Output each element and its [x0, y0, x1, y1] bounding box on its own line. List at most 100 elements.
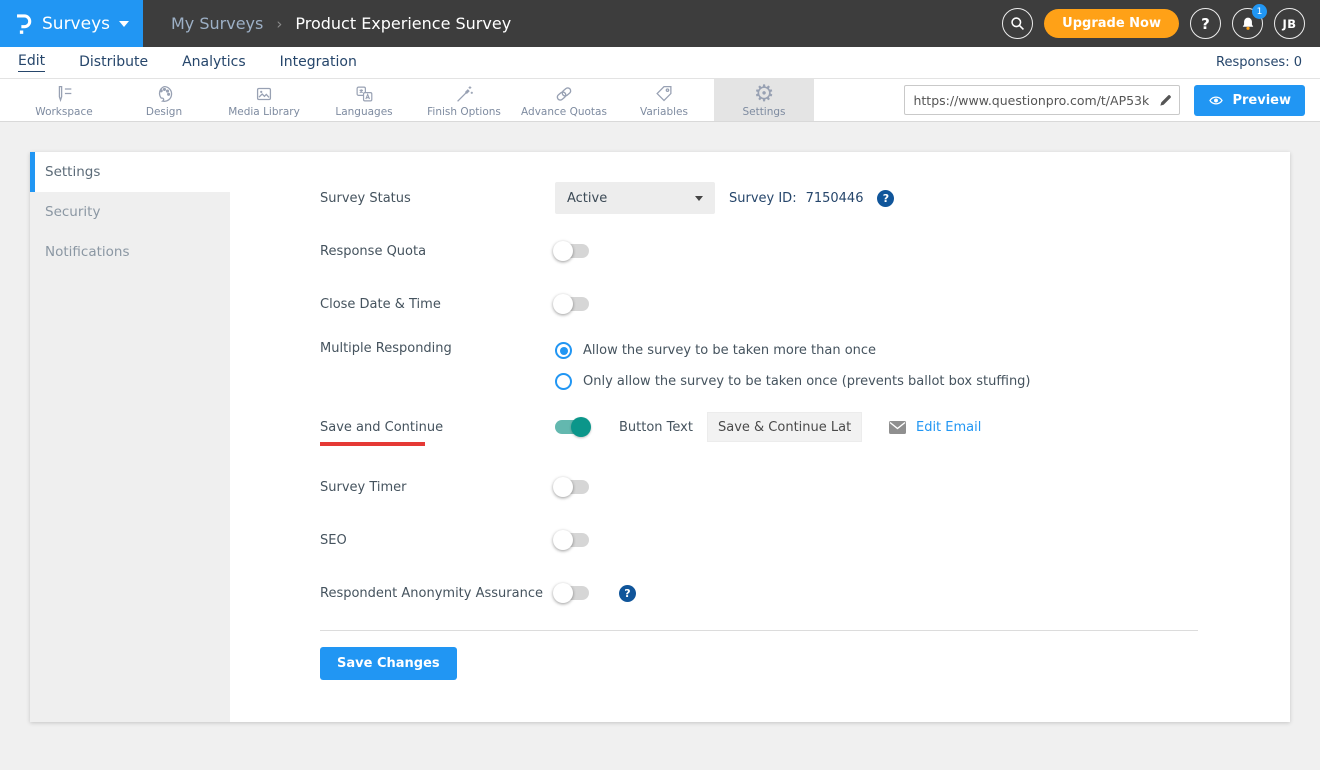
product-switcher[interactable]: Surveys [0, 0, 143, 47]
seo-label: SEO [320, 533, 555, 548]
chevron-down-icon [119, 21, 129, 27]
page-body: Settings Security Notifications Survey S… [0, 122, 1320, 722]
toolbar-settings[interactable]: ⚙ Settings [714, 79, 814, 121]
respondent-anonymity-toggle[interactable] [555, 586, 589, 600]
notification-count-badge: 1 [1252, 4, 1267, 19]
toggle-knob [553, 241, 573, 261]
close-date-row: Close Date & Time [320, 288, 1290, 320]
survey-id-help-icon[interactable]: ? [877, 190, 894, 207]
survey-url-input[interactable] [905, 93, 1151, 108]
respondent-anonymity-row: Respondent Anonymity Assurance ? [320, 577, 1290, 609]
notifications-button[interactable]: 1 [1232, 8, 1263, 39]
toggle-knob [571, 417, 591, 437]
survey-id-label: Survey ID: [729, 191, 797, 206]
button-text-input[interactable] [707, 412, 862, 442]
tab-integration[interactable]: Integration [280, 54, 357, 72]
radio-option-only-once[interactable]: Only allow the survey to be taken once (… [555, 373, 1031, 390]
close-date-toggle[interactable] [555, 297, 589, 311]
save-and-continue-row: Save and Continue Button Text Edit Email [320, 411, 1290, 443]
toolbar-workspace[interactable]: Workspace [14, 79, 114, 121]
tab-analytics[interactable]: Analytics [182, 54, 246, 72]
survey-url-box [904, 85, 1180, 115]
page-title: Product Experience Survey [295, 14, 511, 33]
radio-option-label: Allow the survey to be taken more than o… [583, 343, 876, 358]
eye-icon [1208, 94, 1224, 107]
toolbar-media-library-label: Media Library [228, 106, 300, 118]
toggle-knob [553, 477, 573, 497]
edit-email-link[interactable]: Edit Email [916, 420, 981, 435]
search-icon [1009, 15, 1026, 32]
settings-gear-icon: ⚙ [754, 83, 775, 105]
question-mark-icon: ? [1201, 15, 1210, 33]
responses-count: Responses: 0 [1216, 55, 1302, 70]
toolbar-finish-options[interactable]: Finish Options [414, 79, 514, 121]
radio-selected-icon [555, 342, 572, 359]
languages-icon [352, 83, 376, 105]
survey-nav-tabs: Edit Distribute Analytics Integration Re… [0, 47, 1320, 79]
seo-toggle[interactable] [555, 533, 589, 547]
respondent-anonymity-label: Respondent Anonymity Assurance [320, 586, 555, 601]
workspace-icon [52, 83, 76, 105]
advance-quotas-icon [552, 83, 576, 105]
help-button[interactable]: ? [1190, 8, 1221, 39]
survey-id-value: 7150446 [806, 191, 864, 206]
toolbar-languages[interactable]: Languages [314, 79, 414, 121]
preview-button[interactable]: Preview [1194, 85, 1305, 116]
preview-button-label: Preview [1232, 93, 1291, 108]
breadcrumb: My Surveys › Product Experience Survey [171, 14, 511, 33]
survey-timer-toggle[interactable] [555, 480, 589, 494]
pencil-icon [1158, 93, 1173, 108]
toolbar-finish-options-label: Finish Options [427, 106, 501, 118]
toolbar-variables[interactable]: Variables [614, 79, 714, 121]
search-button[interactable] [1002, 8, 1033, 39]
media-library-icon [252, 83, 276, 105]
anonymity-help-icon[interactable]: ? [619, 585, 636, 602]
toolbar-languages-label: Languages [335, 106, 392, 118]
breadcrumb-my-surveys[interactable]: My Surveys [171, 14, 263, 33]
tab-edit[interactable]: Edit [18, 53, 45, 72]
close-date-label: Close Date & Time [320, 297, 555, 312]
toggle-knob [553, 583, 573, 603]
survey-status-select[interactable]: Active [555, 182, 715, 214]
button-text-label: Button Text [619, 420, 693, 435]
sidebar-item-security[interactable]: Security [30, 192, 230, 232]
radio-option-allow-multiple[interactable]: Allow the survey to be taken more than o… [555, 342, 1031, 359]
toolbar-workspace-label: Workspace [35, 106, 92, 118]
radio-unselected-icon [555, 373, 572, 390]
save-changes-button[interactable]: Save Changes [320, 647, 457, 680]
toolbar-advance-quotas[interactable]: Advance Quotas [514, 79, 614, 121]
design-icon [152, 83, 176, 105]
finish-options-icon [452, 83, 476, 105]
user-avatar[interactable]: JB [1274, 8, 1305, 39]
toolbar-media-library[interactable]: Media Library [214, 79, 314, 121]
response-quota-toggle[interactable] [555, 244, 589, 258]
response-quota-row: Response Quota [320, 235, 1290, 267]
bell-icon [1240, 15, 1256, 32]
questionpro-logo-icon [14, 12, 33, 36]
toolbar-right: Preview [904, 79, 1320, 121]
survey-status-label: Survey Status [320, 191, 555, 206]
toolbar-variables-label: Variables [640, 106, 688, 118]
upgrade-now-button[interactable]: Upgrade Now [1044, 9, 1179, 38]
settings-form: Survey Status Active Survey ID: 7150446 … [230, 152, 1290, 722]
toolbar-design-label: Design [146, 106, 182, 118]
settings-sidebar: Settings Security Notifications [30, 152, 230, 722]
tab-distribute[interactable]: Distribute [79, 54, 148, 72]
save-and-continue-toggle[interactable] [555, 420, 589, 434]
response-quota-label: Response Quota [320, 244, 555, 259]
radio-option-label: Only allow the survey to be taken once (… [583, 374, 1031, 389]
edit-url-button[interactable] [1151, 86, 1179, 114]
survey-status-row: Survey Status Active Survey ID: 7150446 … [320, 182, 1290, 214]
toggle-knob [553, 530, 573, 550]
chevron-down-icon [695, 196, 703, 201]
survey-status-value: Active [567, 191, 607, 206]
sidebar-item-settings[interactable]: Settings [30, 152, 230, 192]
toggle-knob [553, 294, 573, 314]
survey-timer-row: Survey Timer [320, 471, 1290, 503]
survey-timer-label: Survey Timer [320, 480, 555, 495]
breadcrumb-separator: › [276, 15, 282, 33]
red-underline-highlight [320, 442, 425, 446]
envelope-icon [888, 420, 907, 435]
sidebar-item-notifications[interactable]: Notifications [30, 232, 230, 272]
toolbar-design[interactable]: Design [114, 79, 214, 121]
